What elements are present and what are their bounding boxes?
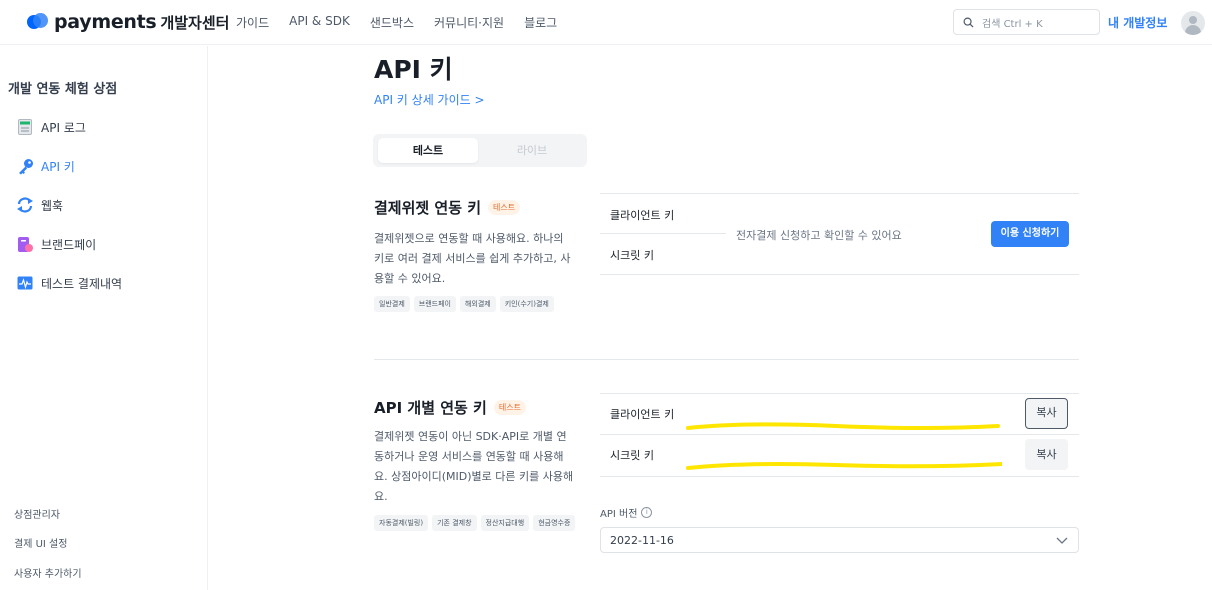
sidebar: 개발 연동 체험 상점 API 로그 API 키 웹훅 브랜드페이 테스트 결제… <box>0 46 208 590</box>
search-input[interactable]: 검색 Ctrl + K <box>953 9 1100 35</box>
divider <box>600 393 1079 394</box>
sidebar-item-label: API 로그 <box>41 120 86 135</box>
nav-api-sdk[interactable]: API & SDK <box>289 14 350 31</box>
divider <box>600 476 1079 477</box>
nav-guide[interactable]: 가이드 <box>236 14 269 31</box>
top-navigation: payments 개발자센터 가이드 API & SDK 샌드박스 커뮤니티·지… <box>0 0 1212 45</box>
chevron-down-icon <box>1056 537 1068 544</box>
logo[interactable]: payments 개발자센터 <box>27 11 229 33</box>
chip: 일반결제 <box>374 296 410 312</box>
section-title-text: 결제위젯 연동 키 <box>374 199 482 217</box>
main-nav: 가이드 API & SDK 샌드박스 커뮤니티·지원 블로그 <box>236 14 577 31</box>
individual-secret-key-label: 시크릿 키 <box>610 449 654 462</box>
divider <box>600 233 726 234</box>
widget-key-note: 전자결제 신청하고 확인할 수 있어요 <box>736 229 902 242</box>
info-icon[interactable]: i <box>641 507 653 518</box>
widget-section-description: 결제위젯으로 연동할 때 사용해요. 하나의 키로 여러 결제 서비스를 쉽게 … <box>374 232 571 285</box>
redaction-mark <box>686 422 1002 470</box>
my-dev-info-link[interactable]: 내 개발정보 <box>1108 14 1167 31</box>
copy-client-key-button[interactable]: 복사 <box>1025 398 1068 429</box>
webhook-icon <box>16 196 34 214</box>
environment-tabs: 테스트 라이브 <box>373 134 587 167</box>
chip: 해외결제 <box>459 296 496 312</box>
chip: 자동결제(빌링) <box>374 515 429 531</box>
individual-section-title: API 개별 연동 키 테스트 <box>374 397 526 418</box>
chip: 정산지급대행 <box>480 515 530 531</box>
widget-section-title: 결제위젯 연동 키 테스트 <box>374 197 521 218</box>
apply-button[interactable]: 이용 신청하기 <box>991 221 1069 247</box>
payment-history-icon <box>16 274 34 292</box>
api-version-value: 2022-11-16 <box>610 534 674 547</box>
search-icon <box>963 17 974 28</box>
widget-client-key-label: 클라이언트 키 <box>610 209 675 222</box>
logo-text: payments <box>54 11 157 33</box>
nav-sandbox[interactable]: 샌드박스 <box>370 14 414 31</box>
individual-section-description: 결제위젯 연동이 아닌 SDK·API로 개별 연동하거나 운영 서비스를 연동… <box>374 430 574 503</box>
copy-secret-key-button[interactable]: 복사 <box>1025 439 1068 470</box>
add-user-link[interactable]: 사용자 추가하기 <box>14 565 82 580</box>
search-placeholder: 검색 Ctrl + K <box>982 18 1043 30</box>
sidebar-item-api-key[interactable]: API 키 <box>16 155 75 177</box>
chip: 브랜드페이 <box>413 296 456 312</box>
chip: 현금영수증 <box>533 515 576 531</box>
page-title: API 키 <box>374 55 453 84</box>
avatar[interactable] <box>1181 11 1205 35</box>
status-badge: 테스트 <box>493 400 526 415</box>
sidebar-item-test-history[interactable]: 테스트 결제내역 <box>16 272 122 294</box>
sidebar-item-label: 테스트 결제내역 <box>41 276 123 291</box>
merchant-admin-link[interactable]: 상점관리자 <box>14 506 60 521</box>
sidebar-item-api-log[interactable]: API 로그 <box>16 116 86 138</box>
key-icon <box>16 157 34 175</box>
section-divider <box>374 359 1079 360</box>
chip: 기존 결제창 <box>432 515 477 531</box>
tab-test[interactable]: 테스트 <box>378 138 478 163</box>
brandpay-icon <box>16 235 34 253</box>
payment-ui-settings-link[interactable]: 결제 UI 설정 <box>14 535 67 550</box>
sidebar-item-label: 웹훅 <box>41 198 64 213</box>
tab-live[interactable]: 라이브 <box>482 138 582 163</box>
logo-subtitle: 개발자센터 <box>160 13 230 32</box>
individual-client-key-label: 클라이언트 키 <box>610 408 675 421</box>
api-version-label: API 버전 i <box>600 505 653 520</box>
divider <box>600 274 1079 275</box>
individual-chip-list: 자동결제(빌링) 기존 결제창 정산지급대행 현금영수증 <box>374 515 584 537</box>
widget-chip-list: 일반결제 브랜드페이 해외결제 키인(수기)결제 <box>374 296 584 318</box>
sidebar-item-brandpay[interactable]: 브랜드페이 <box>16 233 96 255</box>
divider <box>600 193 1079 194</box>
nav-blog[interactable]: 블로그 <box>524 14 557 31</box>
shop-name[interactable]: 개발 연동 체험 상점 <box>8 78 117 97</box>
payments-logo-icon <box>27 12 48 33</box>
status-badge: 테스트 <box>488 200 521 215</box>
chip: 키인(수기)결제 <box>499 296 554 312</box>
nav-community[interactable]: 커뮤니티·지원 <box>434 14 504 31</box>
log-icon <box>16 118 34 136</box>
sidebar-item-label: API 키 <box>41 159 75 174</box>
section-title-text: API 개별 연동 키 <box>374 399 487 417</box>
guide-link[interactable]: API 키 상세 가이드 > <box>374 91 485 108</box>
api-version-label-text: API 버전 <box>600 509 638 520</box>
sidebar-item-label: 브랜드페이 <box>41 237 97 252</box>
widget-secret-key-label: 시크릿 키 <box>610 249 654 262</box>
sidebar-item-webhook[interactable]: 웹훅 <box>16 194 63 216</box>
api-version-select[interactable]: 2022-11-16 <box>600 527 1079 553</box>
